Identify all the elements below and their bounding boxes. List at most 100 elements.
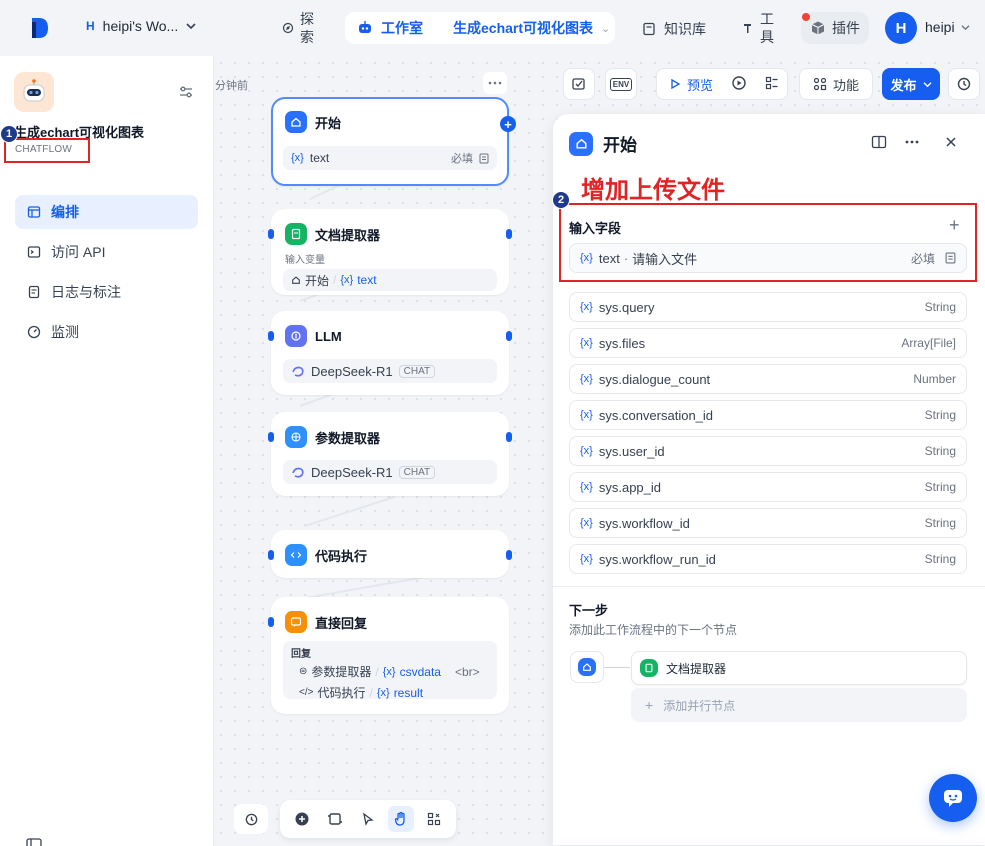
nav-knowledge[interactable]: 知识库: [642, 19, 706, 39]
hammer-icon: [744, 24, 751, 33]
user-menu[interactable]: heipi: [925, 19, 970, 35]
node-code[interactable]: 代码执行: [268, 530, 512, 578]
variable-icon: {x}: [580, 445, 593, 457]
sidebar-item-api[interactable]: 访问 API: [15, 235, 198, 269]
model-name: DeepSeek-R1: [311, 464, 393, 480]
pointer-icon[interactable]: [355, 806, 381, 832]
source-handle[interactable]: [506, 432, 512, 442]
node-start[interactable]: 开始 {x} text 必填 +: [271, 97, 516, 186]
version-history-button[interactable]: [948, 68, 980, 100]
required-label: 必填: [451, 153, 473, 165]
nav-explore[interactable]: 探索: [282, 10, 316, 46]
history-icon: [245, 813, 257, 825]
publish-button[interactable]: 发布: [882, 68, 940, 100]
variable-icon: {x}: [580, 373, 593, 385]
target-handle[interactable]: [268, 229, 274, 239]
deepseek-icon: [292, 366, 304, 377]
nav-plugins[interactable]: 插件: [801, 12, 869, 44]
annotation-text: 增加上传文件: [581, 176, 725, 204]
source-handle[interactable]: [506, 331, 512, 341]
source-handle[interactable]: [506, 550, 512, 560]
sidebar-item-logs[interactable]: 日志与标注: [15, 275, 198, 309]
system-variable-row[interactable]: {x} sys.user_id String: [569, 436, 967, 466]
ref-var-name: result: [393, 685, 424, 700]
run-history-icon[interactable]: [731, 75, 747, 94]
top-bar: H heipi's Wo... 探索 工作室 生成echart可视化图表 ⌄ 知…: [0, 0, 985, 56]
sidebar-item-orchestrate[interactable]: 编排: [15, 195, 198, 229]
preview-button[interactable]: 预览: [669, 75, 713, 94]
node-answer[interactable]: 直接回复 回复 ⊜ 参数提取器 / {x} csvdata <br> </> 代…: [268, 597, 509, 714]
add-note-icon[interactable]: [322, 806, 348, 832]
env-button[interactable]: ENV: [605, 68, 637, 100]
code-icon: [285, 544, 307, 566]
target-handle[interactable]: [268, 432, 274, 442]
chat-support-button[interactable]: [929, 774, 977, 822]
book-open-icon[interactable]: [871, 135, 887, 149]
node-param-extractor[interactable]: 参数提取器 DeepSeek-R1 CHAT: [268, 412, 512, 496]
llm-icon: [285, 325, 307, 347]
reply-literal-text: <br>: [454, 664, 480, 679]
field-name: sys.workflow_id: [598, 515, 690, 531]
code-icon: </>: [299, 687, 314, 698]
add-node-icon[interactable]: [289, 806, 315, 832]
hand-icon[interactable]: [387, 806, 414, 832]
node-llm[interactable]: LLM DeepSeek-R1 CHAT: [268, 311, 512, 395]
node-doc-extractor[interactable]: 文档提取器 输入变量 开始 / {x} text: [268, 209, 512, 295]
current-app-name[interactable]: 生成echart可视化图表: [453, 18, 593, 38]
field-type: String: [924, 516, 956, 530]
system-variable-row[interactable]: {x} sys.query String: [569, 292, 967, 322]
book-icon: [643, 22, 655, 36]
node-title: 文档提取器: [315, 227, 381, 243]
more-icon[interactable]: [905, 140, 919, 144]
target-handle[interactable]: [268, 331, 274, 341]
collapse-sidebar-icon[interactable]: [26, 838, 42, 846]
target-handle[interactable]: [268, 617, 274, 627]
variable-icon: {x}: [291, 152, 304, 164]
next-step-description: 添加此工作流程中的下一个节点: [569, 623, 738, 637]
variable-icon: {x}: [340, 274, 354, 286]
chevron-down-icon[interactable]: ⌄: [601, 22, 610, 35]
ref-node-name: 参数提取器: [311, 665, 372, 679]
checklist-button[interactable]: [563, 68, 595, 100]
system-variable-row[interactable]: {x} sys.workflow_id String: [569, 508, 967, 538]
system-variable-row[interactable]: {x} sys.conversation_id String: [569, 400, 967, 430]
field-type: String: [924, 300, 956, 314]
checklist-icon[interactable]: [765, 76, 779, 93]
features-label: 功能: [832, 77, 859, 93]
features-button[interactable]: 功能: [799, 68, 873, 100]
dify-logo-icon[interactable]: [30, 16, 50, 40]
sidebar-item-label: 编排: [51, 204, 79, 220]
panel-title[interactable]: 开始: [603, 131, 637, 156]
layout-organize-icon[interactable]: [421, 806, 447, 832]
log-icon: [28, 285, 40, 299]
history-button[interactable]: [234, 804, 268, 834]
system-variable-row[interactable]: {x} sys.workflow_run_id String: [569, 544, 967, 574]
system-variable-row[interactable]: {x} sys.files Array[File]: [569, 328, 967, 358]
system-variable-row[interactable]: {x} sys.dialogue_count Number: [569, 364, 967, 394]
node-title: 直接回复: [315, 615, 368, 631]
target-handle[interactable]: [268, 550, 274, 560]
more-icon[interactable]: [483, 72, 507, 94]
close-icon[interactable]: [945, 136, 957, 148]
next-node-doc-extractor[interactable]: 文档提取器: [631, 651, 967, 685]
nav-studio[interactable]: 工作室 生成echart可视化图表 ⌄: [345, 12, 615, 44]
sidebar-item-label: 监测: [51, 324, 79, 340]
sidebar-item-monitor[interactable]: 监测: [15, 315, 198, 349]
field-type: Array[File]: [901, 336, 956, 350]
next-node-name: 文档提取器: [666, 661, 727, 676]
add-node-button[interactable]: +: [500, 116, 516, 132]
workspace-switcher[interactable]: H heipi's Wo...: [86, 18, 196, 34]
layout-icon: [27, 206, 41, 218]
field-name: sys.query: [598, 299, 655, 315]
source-handle[interactable]: [506, 229, 512, 239]
sliders-icon[interactable]: [178, 84, 194, 100]
add-parallel-node-button[interactable]: + 添加并行节点: [631, 688, 967, 722]
model-mode-tag: CHAT: [398, 364, 436, 378]
avatar[interactable]: H: [885, 12, 917, 44]
model-mode-tag: CHAT: [398, 465, 436, 479]
model-name: DeepSeek-R1: [311, 363, 393, 379]
system-variable-row[interactable]: {x} sys.app_id String: [569, 472, 967, 502]
field-name: sys.dialogue_count: [598, 371, 711, 387]
preview-group: 预览: [656, 68, 788, 100]
nav-tools[interactable]: 工具: [742, 10, 776, 46]
